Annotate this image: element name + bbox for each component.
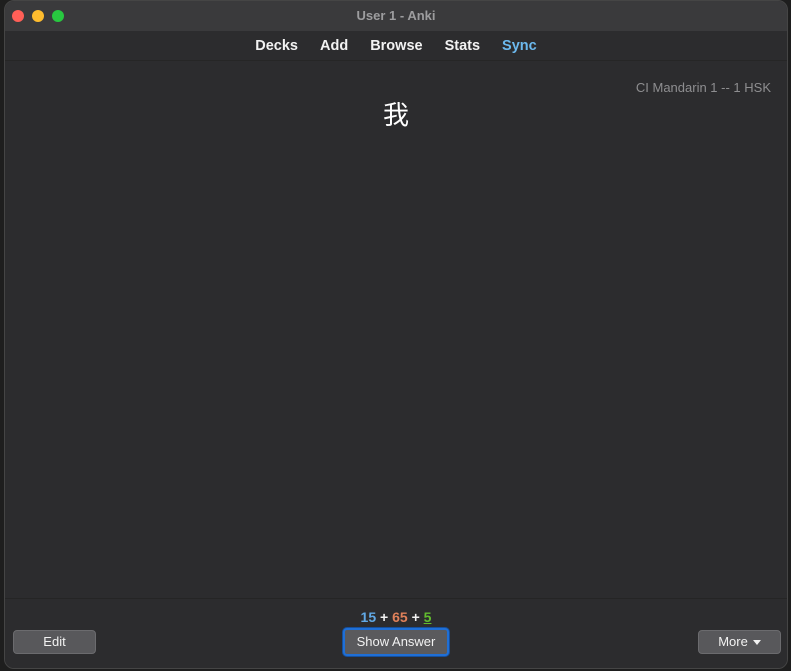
review-bottom-bar: 15 + 65 + 5 Edit Show Answer More: [5, 598, 787, 668]
caret-down-icon: [752, 640, 761, 646]
toolbar-decks-link[interactable]: Decks: [244, 38, 309, 54]
anki-window: User 1 - Anki Decks Add Browse Stats Syn…: [4, 0, 788, 669]
more-button[interactable]: More: [698, 630, 781, 654]
due-counts: 15 + 65 + 5: [5, 609, 787, 625]
deck-name-label: CI Mandarin 1 -- 1 HSK: [635, 80, 771, 95]
review-count: 5: [423, 609, 432, 625]
toolbar-browse-link[interactable]: Browse: [359, 38, 433, 54]
learning-count: 65: [392, 609, 408, 625]
edit-button[interactable]: Edit: [13, 630, 96, 654]
card-area: CI Mandarin 1 -- 1 HSK 我: [5, 61, 787, 597]
window-title: User 1 - Anki: [356, 8, 436, 23]
new-count: 15: [360, 609, 377, 625]
more-button-label: More: [718, 634, 748, 649]
toolbar-stats-link[interactable]: Stats: [434, 38, 491, 54]
toolbar-sync-link[interactable]: Sync: [491, 38, 548, 54]
title-bar[interactable]: User 1 - Anki: [5, 1, 787, 32]
main-toolbar: Decks Add Browse Stats Sync: [5, 31, 787, 61]
card-question: 我: [382, 101, 409, 131]
show-answer-button[interactable]: Show Answer: [343, 628, 449, 656]
toolbar-add-link[interactable]: Add: [309, 38, 359, 54]
count-separator: +: [380, 609, 389, 625]
count-separator: +: [411, 609, 420, 625]
